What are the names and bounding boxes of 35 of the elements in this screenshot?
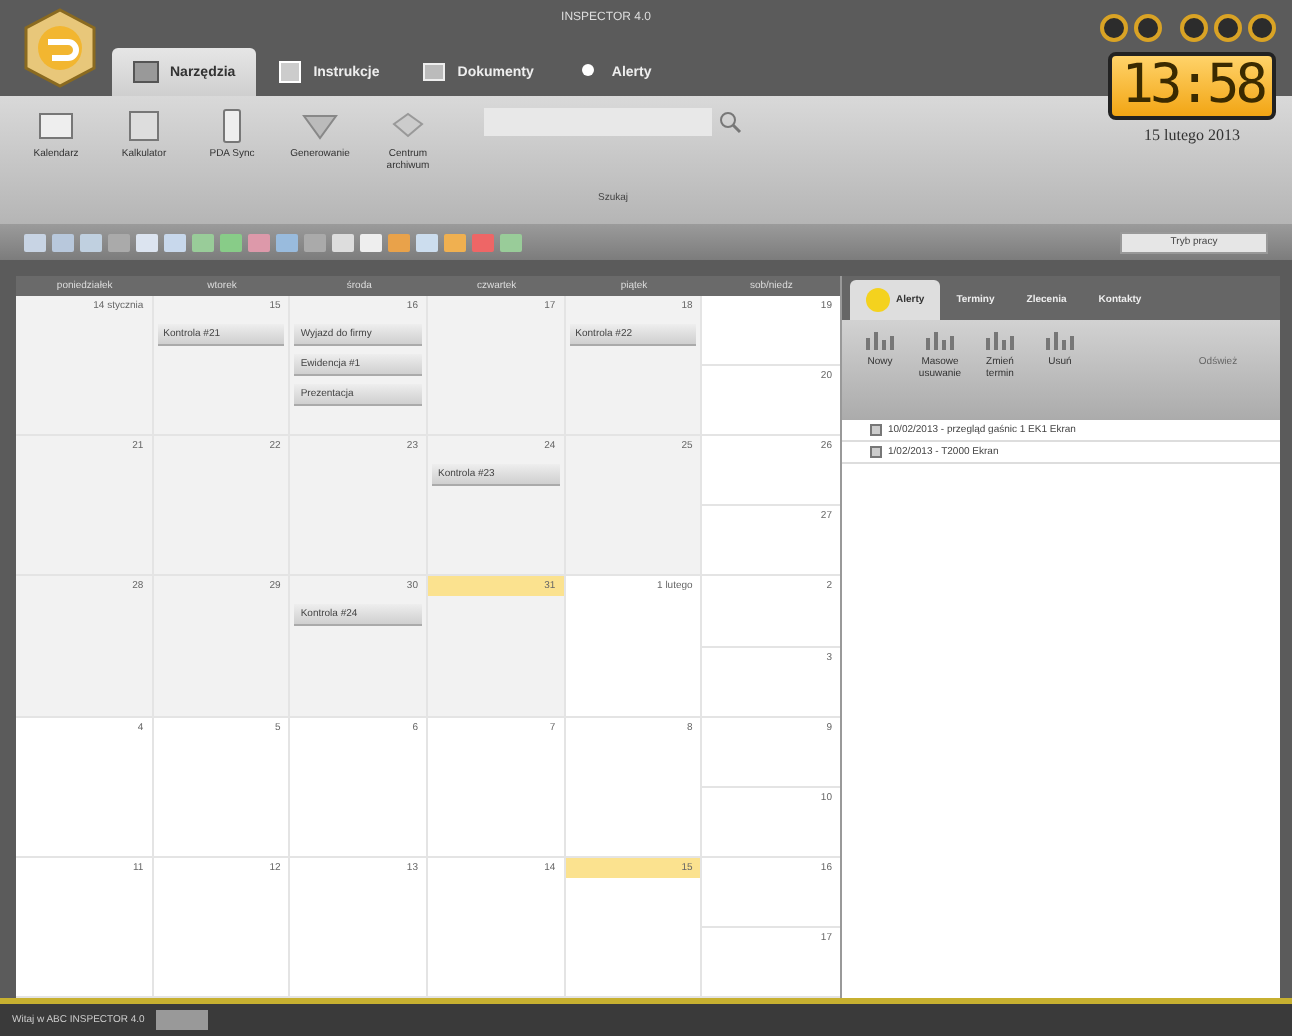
alert-icon	[866, 288, 890, 312]
toolbar-icon[interactable]	[444, 233, 466, 251]
toolbar-icon[interactable]	[304, 233, 326, 251]
toolbar-icon[interactable]	[24, 233, 46, 251]
clock-display: 13:58	[1108, 52, 1276, 120]
toolbar-icon[interactable]	[108, 233, 130, 251]
toolbar-icon[interactable]	[164, 233, 186, 251]
toolbar-icon[interactable]	[52, 233, 74, 251]
window-circle-button[interactable]	[1100, 14, 1128, 42]
chart-icon	[984, 328, 1016, 352]
toolbar-icon[interactable]	[388, 233, 410, 251]
screen-icon	[36, 108, 76, 144]
search-field[interactable]	[484, 108, 712, 136]
toolbar-icon[interactable]	[80, 233, 102, 251]
toolbar-icon[interactable]	[500, 233, 522, 251]
toolbar-icon[interactable]	[192, 233, 214, 251]
taskbar-button[interactable]	[156, 1010, 209, 1030]
chart-icon	[924, 328, 956, 352]
app-logo[interactable]	[20, 8, 100, 88]
chart-icon	[864, 328, 896, 352]
window-circle-button[interactable]	[1248, 14, 1276, 42]
document-icon	[419, 58, 448, 86]
toolbar-icon[interactable]	[360, 233, 382, 251]
chart-icon	[1044, 328, 1076, 352]
window-circle-button[interactable]	[1180, 14, 1208, 42]
toolbar-icon[interactable]	[332, 233, 354, 251]
window-circle-button[interactable]	[1214, 14, 1242, 42]
toolbar-icon[interactable]	[416, 233, 438, 251]
toolbar-icon[interactable]	[248, 233, 270, 251]
window-circle-button[interactable]	[1134, 14, 1162, 42]
toolbar-icon[interactable]	[220, 233, 242, 251]
toolbar-icon[interactable]	[136, 233, 158, 251]
search-icon[interactable]	[718, 110, 742, 134]
date-label: 15 lutego 2013	[1144, 126, 1240, 144]
toolbar-icon[interactable]	[276, 233, 298, 251]
